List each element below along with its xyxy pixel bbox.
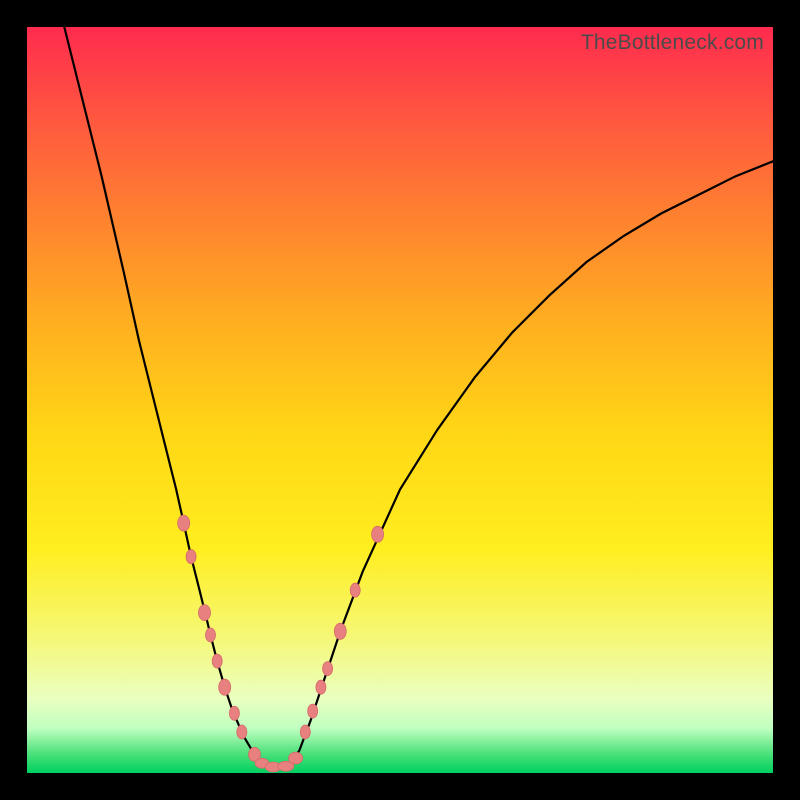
bead-group <box>178 515 384 772</box>
bead-marker <box>219 679 231 695</box>
bead-marker <box>300 725 310 739</box>
bead-marker <box>178 515 190 531</box>
bottleneck-curve <box>64 27 773 767</box>
plot-area: TheBottleneck.com <box>27 27 773 773</box>
bead-marker <box>308 704 318 718</box>
bead-marker <box>237 725 247 739</box>
bead-marker <box>289 752 303 764</box>
bead-marker <box>212 654 222 668</box>
bead-marker <box>206 628 216 642</box>
bead-marker <box>316 680 326 694</box>
bead-marker <box>350 583 360 597</box>
bead-marker <box>372 526 384 542</box>
curve-layer <box>27 27 773 773</box>
bead-marker <box>323 662 333 676</box>
bead-marker <box>229 706 239 720</box>
bead-marker <box>199 605 211 621</box>
bead-marker <box>334 623 346 639</box>
bead-marker <box>186 550 196 564</box>
